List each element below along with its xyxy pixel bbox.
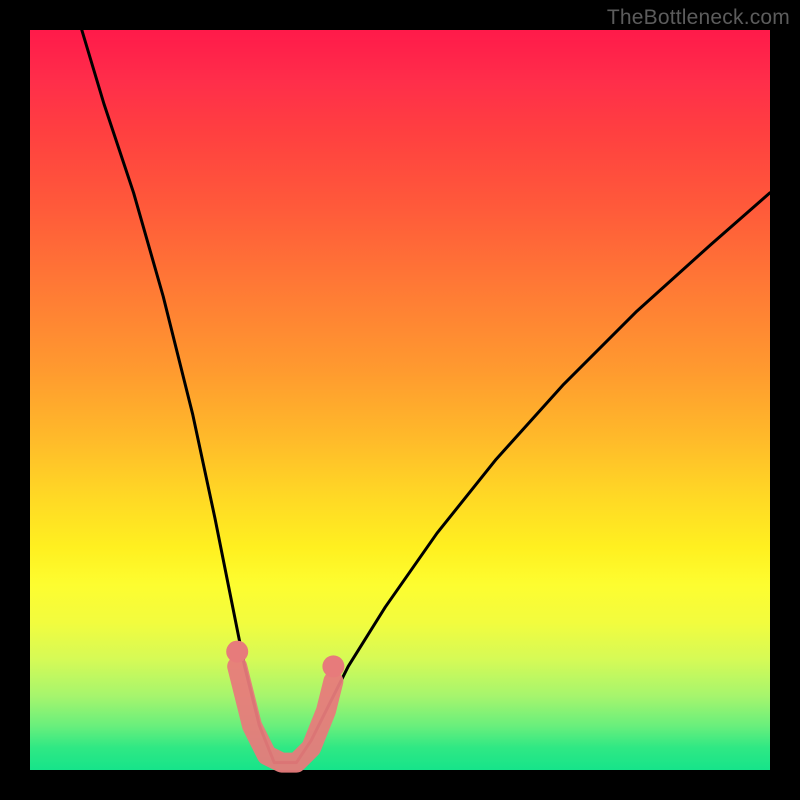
curve-path <box>82 30 770 763</box>
marker-dot <box>226 641 248 663</box>
chart-svg <box>30 30 770 770</box>
bottleneck-curve <box>82 30 770 763</box>
marker-dot <box>322 655 344 677</box>
outer-frame: TheBottleneck.com <box>0 0 800 800</box>
plot-area <box>30 30 770 770</box>
marker-path <box>237 666 333 762</box>
highlighted-segment <box>226 641 344 763</box>
watermark-text: TheBottleneck.com <box>607 6 790 30</box>
